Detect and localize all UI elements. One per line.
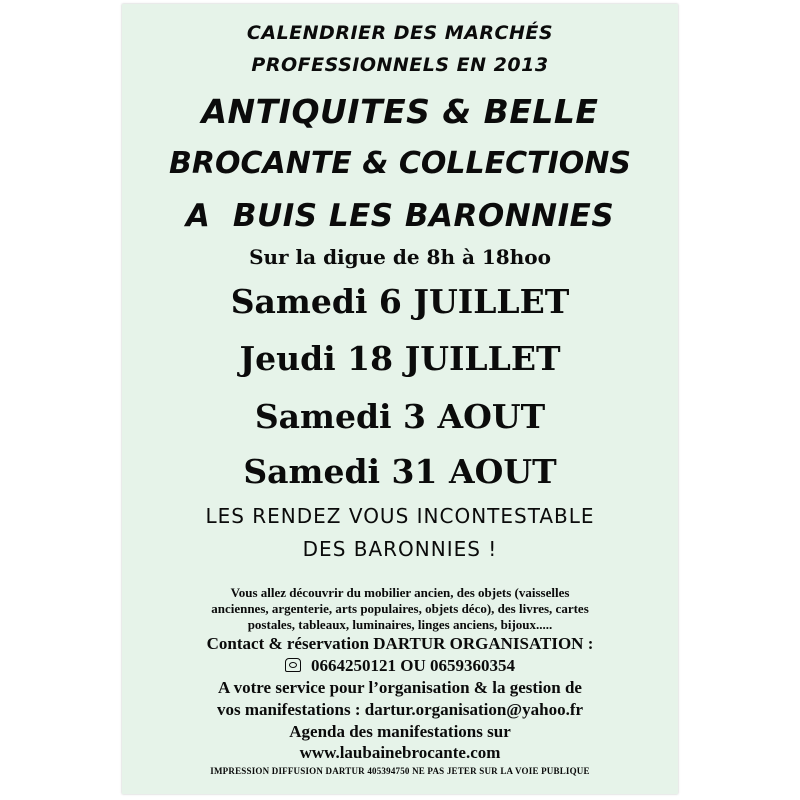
description-line-1: Vous allez découvrir du mobilier ancien,… bbox=[230, 585, 570, 600]
telephone-icon bbox=[285, 658, 301, 672]
header-line-1: CALENDRIER DES MARCHÉS bbox=[246, 22, 554, 44]
title-line-2: BROCANTE & COLLECTIONS bbox=[169, 146, 631, 181]
description-line-2: anciennes, argenterie, arts populaires, … bbox=[211, 601, 589, 616]
contact-phones: 0664250121 OU 0659360354 bbox=[311, 656, 515, 675]
slogan-line-2: DES BARONNIES ! bbox=[302, 537, 498, 561]
footer-print-notice: IMPRESSION DIFFUSION DARTUR 405394750 NE… bbox=[210, 766, 590, 776]
flyer-sheet: CALENDRIER DES MARCHÉS PROFESSIONNELS EN… bbox=[122, 4, 678, 794]
date-3: Samedi 3 AOUT bbox=[254, 397, 546, 436]
agenda-label: Agenda des manifestations sur bbox=[289, 722, 511, 741]
slogan-line-1: LES RENDEZ VOUS INCONTESTABLE bbox=[205, 504, 595, 528]
description-line-3: postales, tableaux, luminaires, linges a… bbox=[247, 617, 553, 632]
date-4: Samedi 31 AOUT bbox=[243, 452, 557, 491]
website-url: www.laubainebrocante.com bbox=[299, 743, 501, 762]
header-line-2: PROFESSIONNELS EN 2013 bbox=[251, 54, 549, 76]
contact-phones-row: 0664250121 OU 0659360354 bbox=[122, 656, 678, 676]
service-line-2: vos manifestations : dartur.organisation… bbox=[216, 700, 584, 719]
service-line-1: A votre service pour l’organisation & la… bbox=[218, 678, 582, 697]
title-line-1: ANTIQUITES & BELLE bbox=[201, 92, 599, 131]
date-1: Samedi 6 JUILLET bbox=[230, 282, 570, 321]
location-hours: Sur la digue de 8h à 18hoo bbox=[249, 245, 551, 269]
contact-label: Contact & réservation DARTUR ORGANISATIO… bbox=[206, 634, 594, 653]
date-2: Jeudi 18 JUILLET bbox=[239, 339, 561, 378]
title-line-3: A BUIS LES BARONNIES bbox=[185, 198, 615, 234]
